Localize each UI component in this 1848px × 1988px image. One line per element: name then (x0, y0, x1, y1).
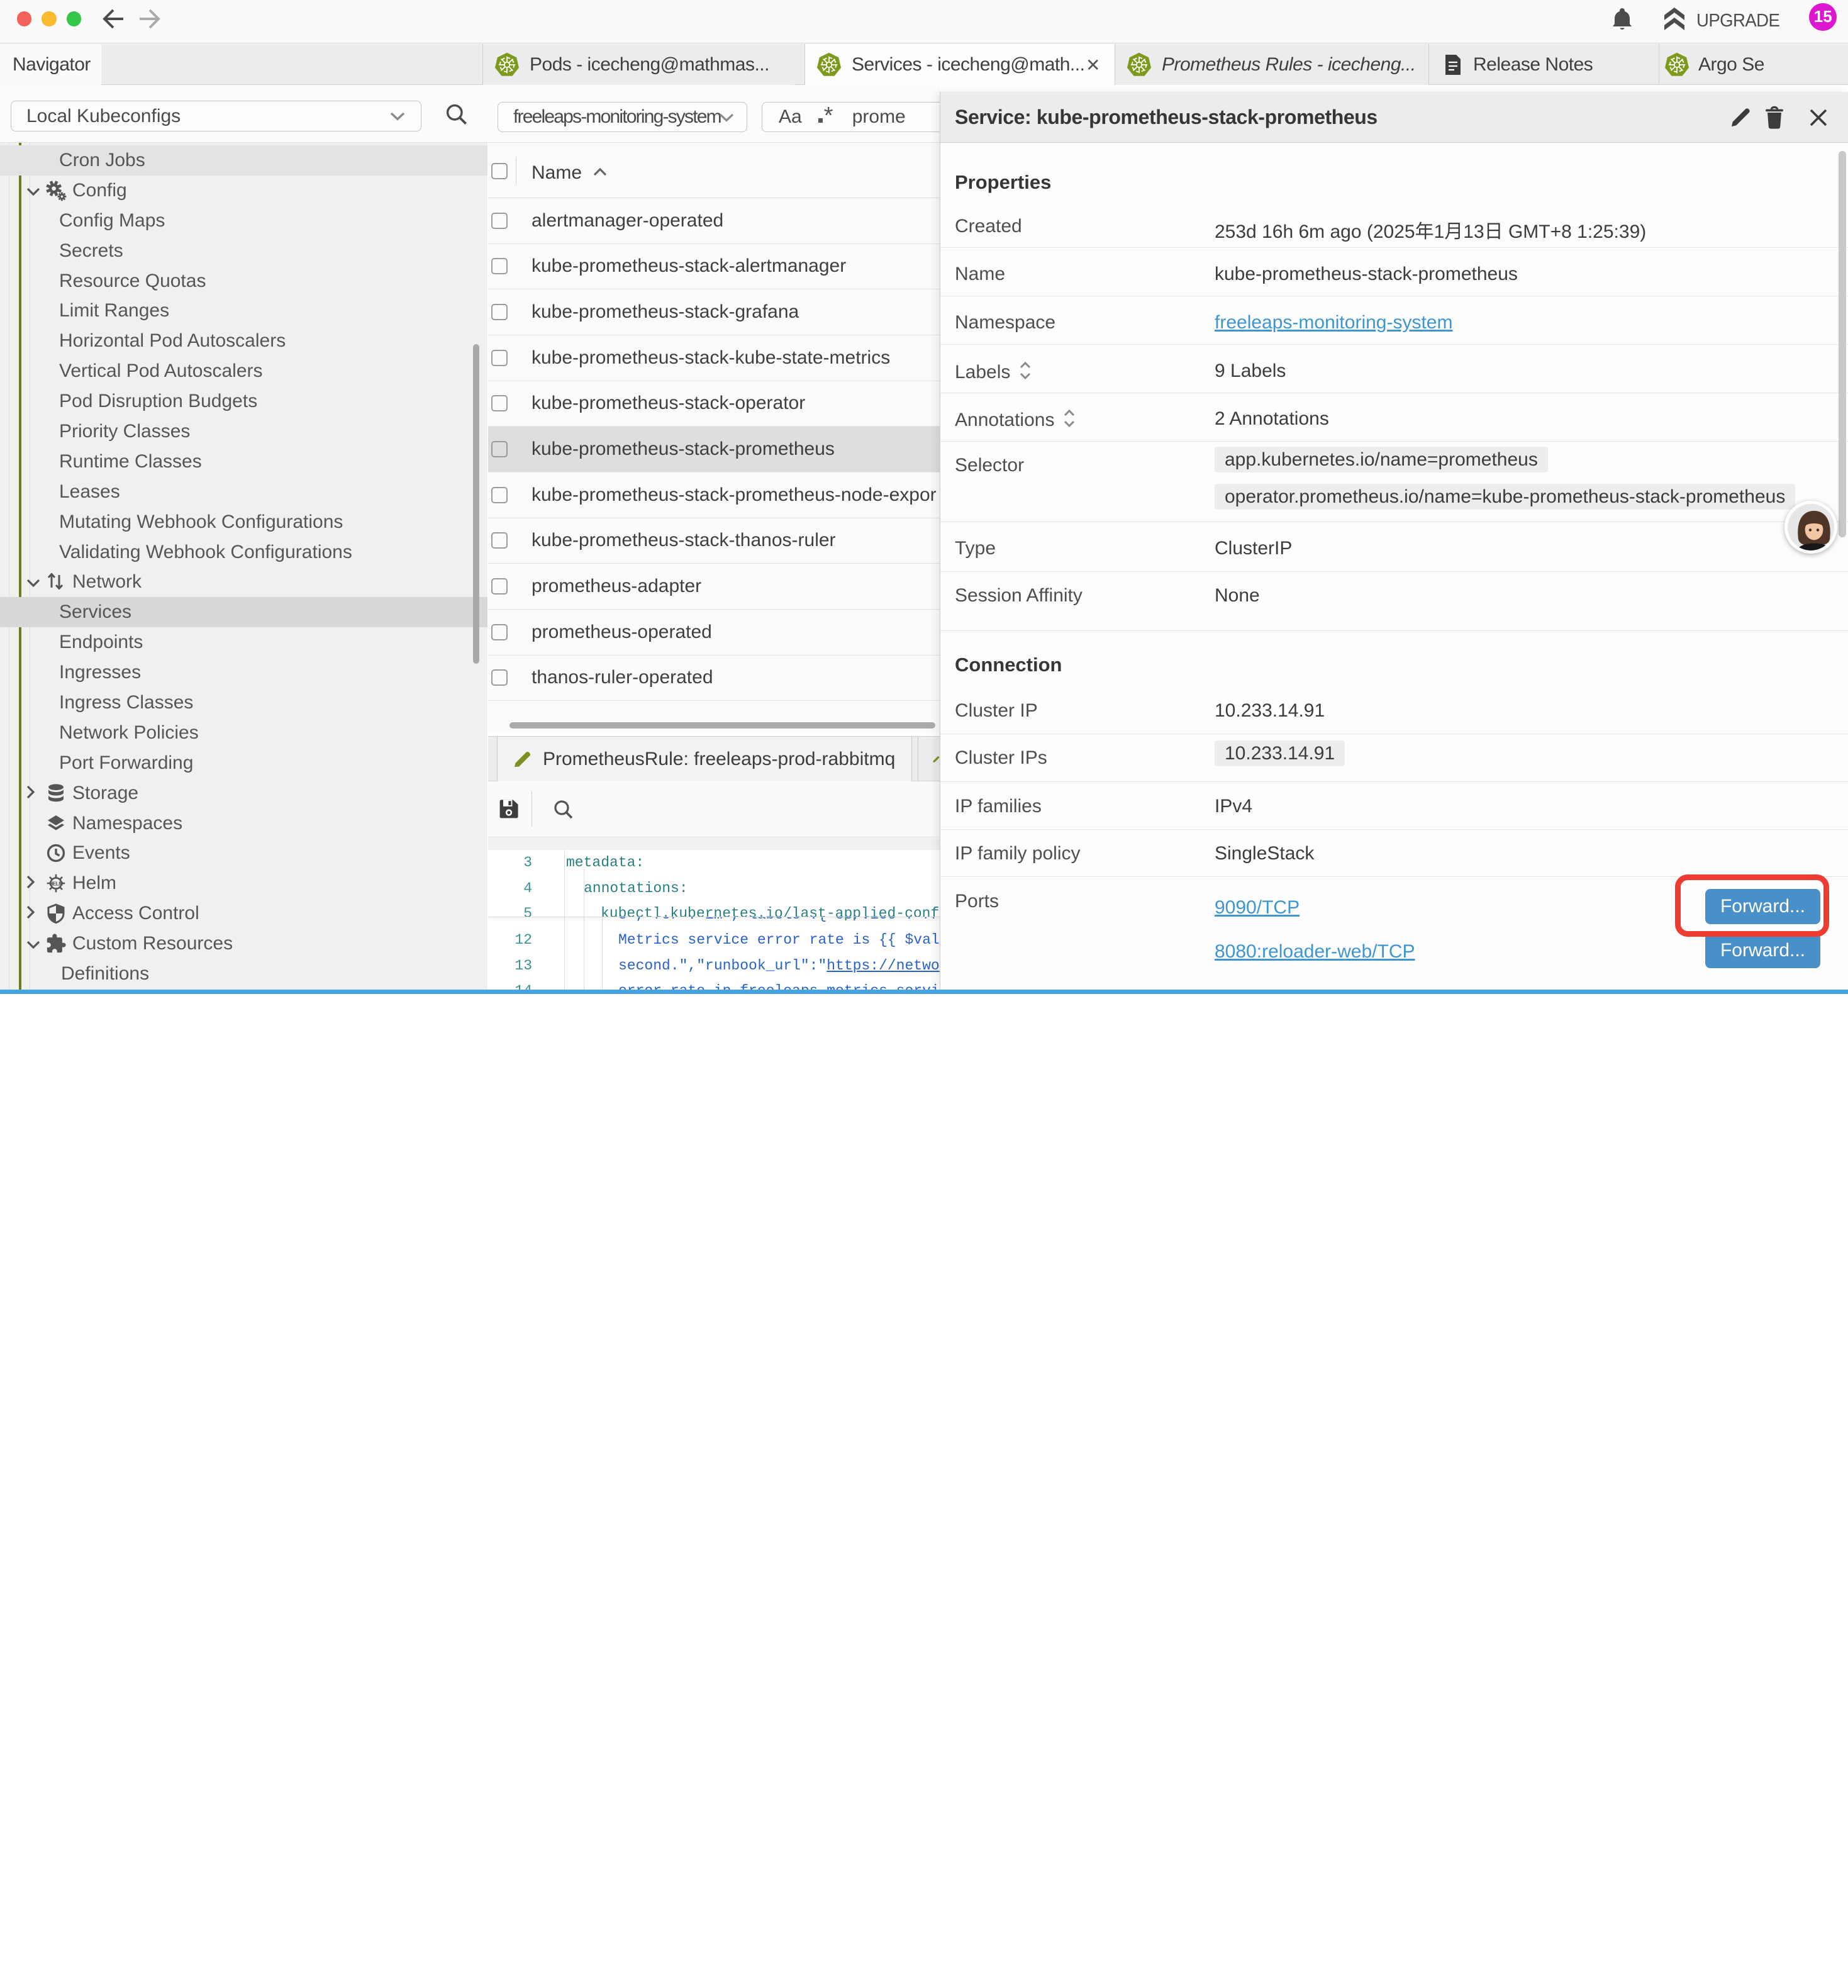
svg-text:HELM: HELM (49, 881, 63, 887)
